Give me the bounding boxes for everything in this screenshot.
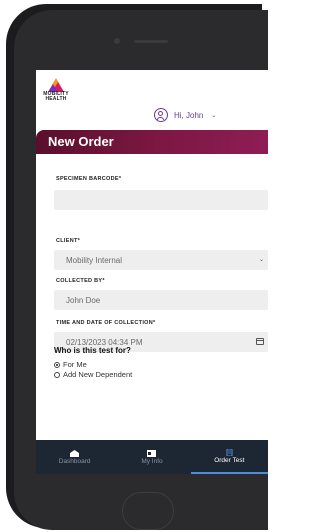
- phone-frame: MOBILITY HEALTH Hi, John ⌄ New Order SPE…: [6, 4, 268, 530]
- new-order-form: New Order SPECIMEN BARCODE* CLIENT* Mobi…: [36, 130, 268, 430]
- tab-my-info[interactable]: My Info: [113, 440, 190, 474]
- tab-order-test-label: Order Test: [214, 456, 245, 464]
- tab-dashboard[interactable]: Dashboard: [36, 440, 113, 474]
- tab-my-info-label: My Info: [141, 457, 163, 465]
- dashboard-icon: [70, 449, 80, 457]
- radio-for-me[interactable]: For Me: [54, 360, 87, 369]
- specimen-barcode-label: SPECIMEN BARCODE*: [56, 176, 122, 182]
- calendar-icon[interactable]: [256, 338, 264, 345]
- specimen-barcode-input[interactable]: [54, 190, 268, 210]
- chevron-down-icon: ⌄: [211, 112, 217, 119]
- collected-by-label: COLLECTED BY*: [56, 278, 105, 284]
- id-card-icon: [147, 449, 157, 457]
- client-select[interactable]: Mobility Internal ⌄: [54, 250, 268, 270]
- brand-name: MOBILITY HEALTH: [43, 91, 69, 102]
- user-greeting: Hi, John: [174, 110, 204, 120]
- client-value: Mobility Internal: [66, 256, 123, 265]
- client-label: CLIENT*: [56, 238, 81, 244]
- radio-add-dependent-control[interactable]: [54, 371, 60, 378]
- tab-order-test[interactable]: Order Test: [190, 440, 268, 474]
- home-button[interactable]: [122, 492, 174, 530]
- order-header: New Order: [36, 130, 268, 154]
- user-menu[interactable]: Hi, John ⌄: [154, 108, 216, 122]
- user-circle-icon: [154, 108, 168, 122]
- radio-for-me-control[interactable]: [54, 361, 60, 368]
- logo-mark-icon: [48, 78, 64, 92]
- order-list-icon: [226, 448, 233, 456]
- radio-add-dependent[interactable]: Add New Dependent: [54, 370, 132, 379]
- collected-by-input[interactable]: John Doe: [54, 290, 268, 310]
- collected-by-value: John Doe: [66, 296, 101, 305]
- radio-add-dependent-label: Add New Dependent: [63, 370, 133, 379]
- speaker-grille: [134, 40, 168, 43]
- app-screen: MOBILITY HEALTH Hi, John ⌄ New Order SPE…: [36, 70, 268, 474]
- page-title: New Order: [48, 134, 114, 149]
- radio-for-me-label: For Me: [63, 360, 87, 369]
- chevron-down-icon: ⌄: [258, 257, 264, 263]
- tab-dashboard-label: Dashboard: [58, 457, 91, 465]
- bottom-tab-bar: Dashboard My Info Order Test: [36, 440, 268, 474]
- test-recipient-question: Who is this test for?: [54, 346, 131, 355]
- brand-logo: MOBILITY HEALTH: [40, 76, 72, 102]
- collection-time-label: TIME AND DATE OF COLLECTION*: [56, 320, 156, 326]
- front-camera: [114, 38, 120, 44]
